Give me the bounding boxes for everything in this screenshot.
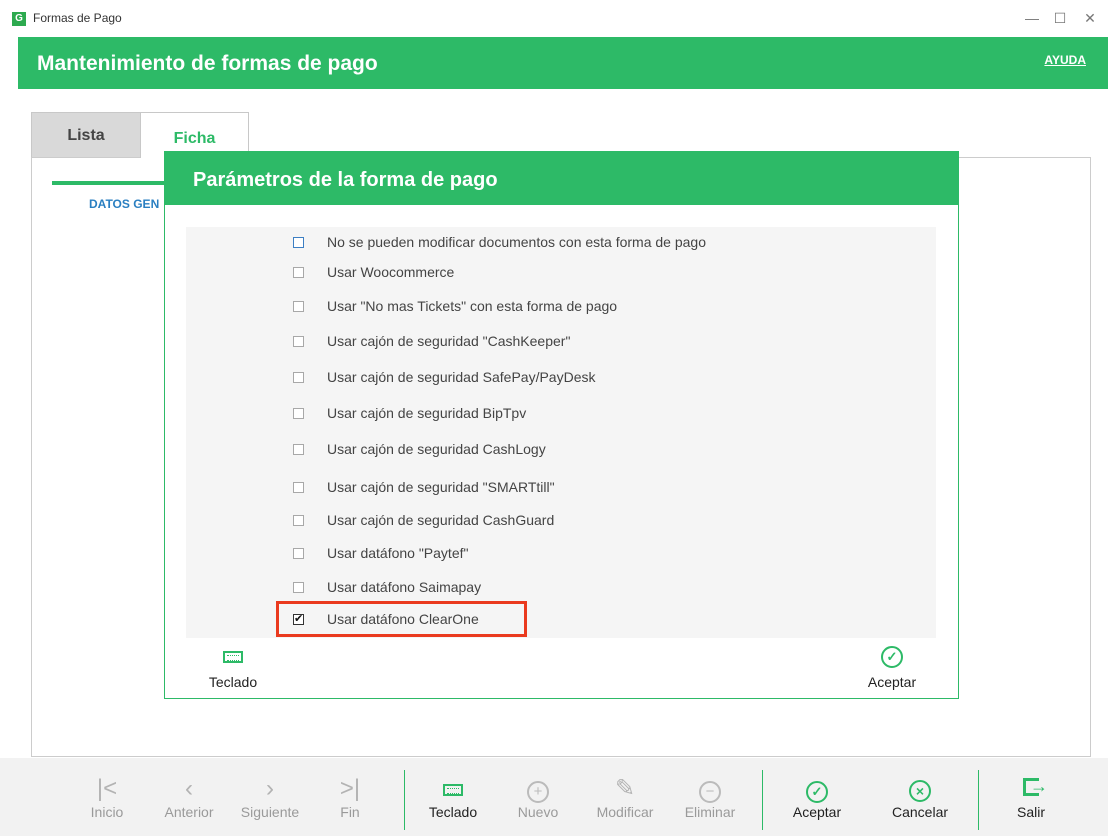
exit-icon — [1023, 773, 1048, 799]
option-label: Usar datáfono Saimapay — [327, 579, 482, 595]
check-circle-icon: ✓ — [881, 646, 903, 668]
checkbox[interactable] — [293, 444, 304, 455]
minimize-button[interactable]: — — [1018, 6, 1046, 30]
tab-datos-generales[interactable]: DATOS GEN — [52, 181, 167, 221]
checkbox[interactable] — [293, 515, 304, 526]
checkbox[interactable] — [293, 267, 304, 278]
cancel-icon-wrap: × — [882, 776, 958, 804]
keyboard-label: Teclado — [428, 804, 478, 820]
last-icon: >| — [339, 775, 361, 802]
accept-label: Aceptar — [792, 804, 842, 820]
modify-label: Modificar — [596, 804, 654, 820]
check-icon-wrap: ✓ — [782, 776, 852, 804]
help-link[interactable]: AYUDA — [1044, 53, 1086, 67]
minus-icon-wrap: − — [674, 776, 746, 804]
keyboard-icon — [223, 651, 243, 663]
last-record-button[interactable]: >| Fin — [330, 775, 370, 821]
checkbox[interactable] — [293, 336, 304, 347]
window-title: Formas de Pago — [33, 11, 122, 25]
previous-record-label: Anterior — [164, 804, 214, 820]
previous-record-button[interactable]: ‹ Anterior — [154, 775, 224, 821]
chevron-left-icon: ‹ — [185, 775, 193, 802]
delete-button[interactable]: − Eliminar — [674, 776, 746, 820]
keyboard-button[interactable]: Teclado — [418, 776, 488, 820]
checkbox[interactable] — [293, 372, 304, 383]
checkbox[interactable] — [293, 582, 304, 593]
next-record-button[interactable]: › Siguiente — [232, 775, 308, 821]
first-record-label: Inicio — [90, 804, 124, 820]
minus-icon: − — [699, 781, 721, 803]
new-button[interactable]: + Nuevo — [510, 776, 566, 820]
toolbar-divider — [404, 770, 405, 830]
toolbar-divider — [762, 770, 763, 830]
check-circle-icon: ✓ — [806, 781, 828, 803]
bottom-toolbar: |< Inicio ‹ Anterior › Siguiente >| Fin … — [0, 758, 1108, 836]
window-titlebar: G Formas de Pago — ☐ ✕ — [0, 0, 1108, 37]
close-button[interactable]: ✕ — [1076, 6, 1104, 30]
exit-button[interactable]: Salir — [1006, 773, 1056, 820]
modify-button[interactable]: ✎ Modificar — [585, 775, 665, 821]
first-icon: |< — [96, 775, 118, 802]
delete-label: Eliminar — [684, 804, 736, 820]
checkbox[interactable] — [293, 237, 304, 248]
next-record-label: Siguiente — [240, 804, 300, 820]
tab-lista[interactable]: Lista — [31, 112, 141, 157]
payment-params-dialog: Parámetros de la forma de pago No se pue… — [164, 151, 959, 699]
keyboard-icon-wrap — [418, 776, 488, 804]
option-label: Usar cajón de seguridad "SMARTtill" — [327, 479, 555, 495]
exit-label: Salir — [1016, 804, 1045, 820]
option-label: Usar cajón de seguridad CashLogy — [327, 441, 546, 457]
highlight-box — [276, 601, 527, 637]
dialog-keyboard-label: Teclado — [208, 674, 258, 690]
toolbar-divider — [978, 770, 979, 830]
page-title: Mantenimiento de formas de pago — [37, 52, 378, 75]
app-logo-icon: G — [12, 12, 26, 26]
option-label: Usar cajón de seguridad "CashKeeper" — [327, 333, 571, 349]
option-label: No se pueden modificar documentos con es… — [327, 234, 707, 250]
last-record-label: Fin — [340, 804, 360, 820]
chevron-right-icon: › — [266, 775, 274, 802]
pencil-icon: ✎ — [614, 775, 636, 802]
first-record-button[interactable]: |< Inicio — [82, 775, 132, 821]
new-label: Nuevo — [517, 804, 559, 820]
plus-icon: + — [527, 781, 549, 803]
checkbox[interactable] — [293, 408, 304, 419]
cancel-label: Cancelar — [891, 804, 949, 820]
x-circle-icon: × — [909, 780, 931, 802]
dialog-title: Parámetros de la forma de pago — [193, 169, 498, 191]
keyboard-icon — [443, 784, 463, 796]
option-label: Usar datáfono "Paytef" — [327, 545, 469, 561]
option-label: Usar cajón de seguridad CashGuard — [327, 512, 555, 528]
checkbox[interactable] — [293, 548, 304, 559]
option-label: Usar "No mas Tickets" con esta forma de … — [327, 298, 618, 314]
dialog-accept-button[interactable]: ✓ Aceptar — [857, 646, 927, 690]
option-label: Usar Woocommerce — [327, 264, 455, 280]
option-label: Usar cajón de seguridad BipTpv — [327, 405, 527, 421]
dialog-accept-label: Aceptar — [867, 674, 917, 690]
option-label: Usar cajón de seguridad SafePay/PayDesk — [327, 369, 596, 385]
checkbox[interactable] — [293, 301, 304, 312]
accept-button[interactable]: ✓ Aceptar — [782, 776, 852, 820]
page-header: Mantenimiento de formas de pago AYUDA — [18, 37, 1108, 89]
plus-icon-wrap: + — [510, 776, 566, 804]
dialog-header: Parámetros de la forma de pago — [165, 152, 958, 205]
options-list: No se pueden modificar documentos con es… — [186, 227, 936, 638]
maximize-button[interactable]: ☐ — [1046, 6, 1074, 30]
dialog-keyboard-button[interactable]: Teclado — [198, 650, 268, 690]
tab-datos-generales-label: DATOS GEN — [89, 197, 160, 211]
cancel-button[interactable]: × Cancelar — [882, 776, 958, 820]
exit-icon-wrap — [1006, 773, 1056, 804]
checkbox[interactable] — [293, 482, 304, 493]
